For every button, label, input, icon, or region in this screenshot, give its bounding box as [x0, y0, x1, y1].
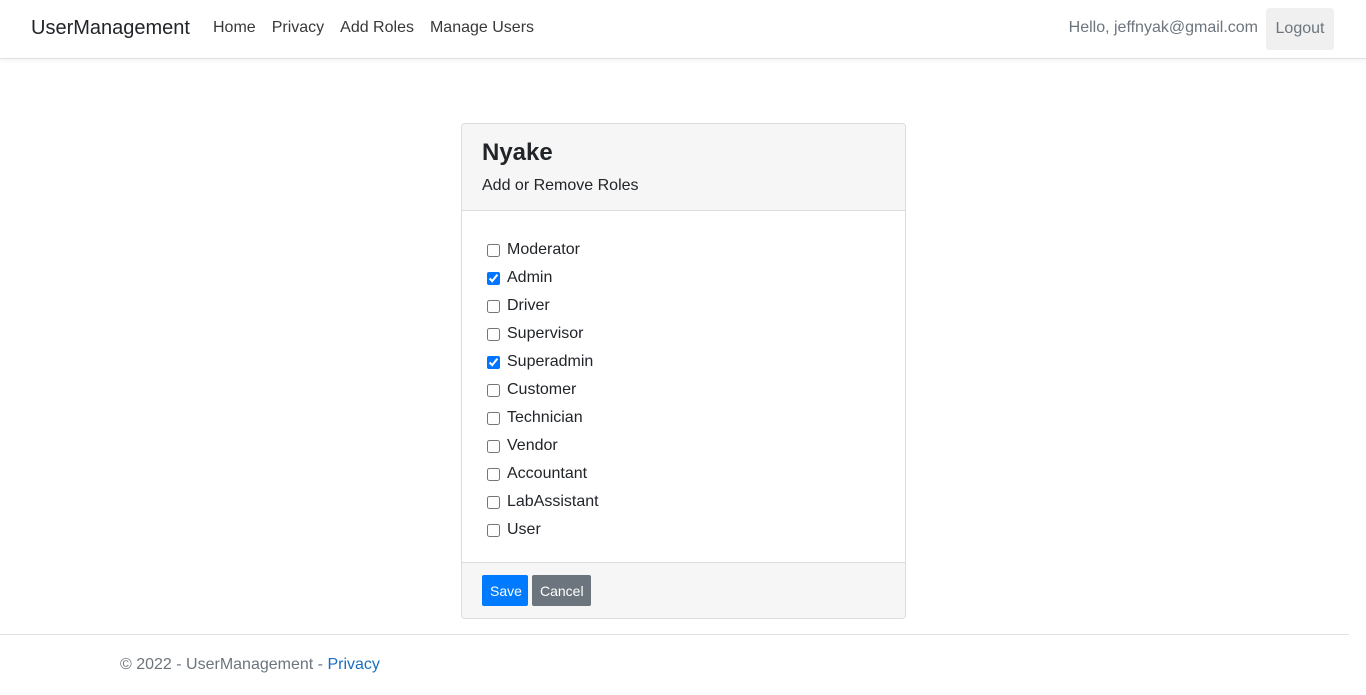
role-checkbox-vendor[interactable]: [487, 439, 500, 453]
role-label-technician[interactable]: Technician: [507, 409, 583, 427]
role-checkbox-admin[interactable]: [487, 271, 500, 285]
page-footer: © 2022 - UserManagement - Privacy: [120, 656, 380, 674]
card-subtitle: Add or Remove Roles: [482, 177, 639, 194]
save-button[interactable]: Save: [482, 575, 528, 606]
role-row-moderator: Moderator: [486, 236, 881, 264]
role-row-labassistant: LabAssistant: [486, 488, 881, 516]
user-name-title: Nyake: [482, 139, 553, 166]
brand-link[interactable]: UserManagement: [31, 17, 190, 40]
card-header: Nyake Add or Remove Roles: [462, 124, 905, 211]
role-label-admin[interactable]: Admin: [507, 269, 552, 287]
role-checkbox-customer[interactable]: [487, 383, 500, 397]
nav-links: Home Privacy Add Roles Manage Users: [213, 19, 550, 37]
footer-copyright: © 2022 - UserManagement -: [120, 656, 328, 673]
footer-privacy-link[interactable]: Privacy: [327, 656, 379, 673]
card-footer: Save Cancel: [462, 562, 905, 618]
nav-link-add-roles[interactable]: Add Roles: [340, 19, 414, 37]
role-row-superadmin: Superadmin: [486, 348, 881, 376]
role-checkbox-superadmin[interactable]: [487, 355, 500, 369]
role-label-moderator[interactable]: Moderator: [507, 241, 580, 259]
role-label-vendor[interactable]: Vendor: [507, 437, 558, 455]
nav-link-privacy[interactable]: Privacy: [272, 19, 324, 37]
roles-list: Moderator Admin Driver Supervisor Supera…: [462, 211, 905, 563]
nav-link-home[interactable]: Home: [213, 19, 256, 37]
role-label-user[interactable]: User: [507, 521, 541, 539]
role-checkbox-accountant[interactable]: [487, 467, 500, 481]
user-greeting[interactable]: Hello, jeffnyak@gmail.com: [1069, 19, 1258, 37]
role-label-customer[interactable]: Customer: [507, 381, 576, 399]
nav-link-manage-users[interactable]: Manage Users: [430, 19, 534, 37]
role-row-admin: Admin: [486, 264, 881, 292]
role-checkbox-moderator[interactable]: [487, 243, 500, 257]
role-row-user: User: [486, 516, 881, 544]
logout-button[interactable]: Logout: [1266, 8, 1334, 50]
footer-divider: [0, 634, 1349, 635]
role-label-accountant[interactable]: Accountant: [507, 465, 587, 483]
role-checkbox-driver[interactable]: [487, 299, 500, 313]
roles-card: Nyake Add or Remove Roles Moderator Admi…: [461, 123, 906, 619]
top-navbar: UserManagement Home Privacy Add Roles Ma…: [0, 0, 1366, 59]
role-checkbox-supervisor[interactable]: [487, 327, 500, 341]
role-row-accountant: Accountant: [486, 460, 881, 488]
role-checkbox-user[interactable]: [487, 523, 500, 537]
role-checkbox-technician[interactable]: [487, 411, 500, 425]
role-row-technician: Technician: [486, 404, 881, 432]
role-checkbox-labassistant[interactable]: [487, 495, 500, 509]
role-label-driver[interactable]: Driver: [507, 297, 550, 315]
cancel-button[interactable]: Cancel: [532, 575, 591, 606]
role-row-driver: Driver: [486, 292, 881, 320]
role-label-labassistant[interactable]: LabAssistant: [507, 493, 599, 511]
role-row-vendor: Vendor: [486, 432, 881, 460]
role-row-customer: Customer: [486, 376, 881, 404]
role-row-supervisor: Supervisor: [486, 320, 881, 348]
role-label-superadmin[interactable]: Superadmin: [507, 353, 593, 371]
role-label-supervisor[interactable]: Supervisor: [507, 325, 583, 343]
